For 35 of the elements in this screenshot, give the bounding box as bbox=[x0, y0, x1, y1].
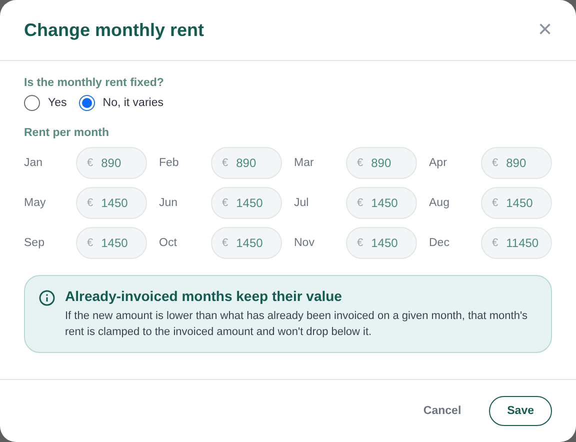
rent-field[interactable]: € 890 bbox=[211, 147, 282, 179]
month-label: Jul bbox=[294, 197, 310, 209]
rent-field[interactable]: € 1450 bbox=[346, 227, 417, 259]
month-label: Apr bbox=[429, 157, 448, 169]
question-label: Is the monthly rent fixed? bbox=[24, 77, 165, 89]
rent-field[interactable]: € 1450 bbox=[346, 187, 417, 219]
radio-option[interactable]: No, it varies bbox=[78, 95, 164, 111]
rent-field[interactable]: € 11450 bbox=[481, 227, 552, 259]
rent-field[interactable]: € 890 bbox=[76, 147, 147, 179]
month-label: Aug bbox=[429, 197, 450, 209]
radio-option[interactable]: Yes bbox=[24, 95, 67, 111]
notice-title: Already-invoiced months keep their value bbox=[65, 288, 343, 304]
section-label: Rent per month bbox=[24, 127, 110, 139]
rent-field[interactable]: € 1450 bbox=[481, 187, 552, 219]
notice-text: If the new amount is lower than what has already been invoiced on a given month, that month's rent is clamped to the invoiced amount and won't drop below it. bbox=[65, 309, 529, 340]
close-button[interactable]: × bbox=[538, 18, 552, 42]
rent-field[interactable]: € 1450 bbox=[76, 187, 147, 219]
month-label: Jan bbox=[24, 157, 44, 169]
rent-field[interactable]: € 1450 bbox=[76, 227, 147, 259]
month-label: Jun bbox=[159, 197, 179, 209]
rent-field[interactable]: € 1450 bbox=[211, 227, 282, 259]
month-label: Dec bbox=[429, 237, 450, 249]
save-button[interactable]: Save bbox=[489, 396, 552, 426]
month-label: May bbox=[24, 197, 47, 209]
month-label: Oct bbox=[159, 237, 178, 249]
month-label: Mar bbox=[294, 157, 315, 169]
month-label: Nov bbox=[294, 237, 316, 249]
rent-field[interactable]: € 1450 bbox=[211, 187, 282, 219]
dialog-title: Change monthly rent bbox=[24, 20, 204, 40]
month-label: Feb bbox=[159, 157, 180, 169]
month-label: Sep bbox=[24, 237, 46, 249]
rent-field[interactable]: € 890 bbox=[481, 147, 552, 179]
info-icon bbox=[39, 290, 55, 306]
rent-field[interactable]: € 890 bbox=[346, 147, 417, 179]
cancel-button[interactable]: Cancel bbox=[419, 396, 466, 426]
